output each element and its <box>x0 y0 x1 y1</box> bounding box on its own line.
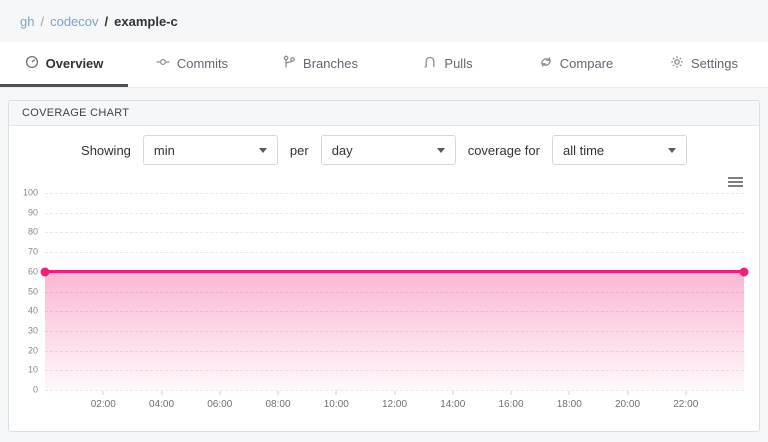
y-gridline <box>45 212 744 214</box>
chart-controls: Showing min per day coverage for all tim… <box>9 126 759 174</box>
interval-select[interactable]: day <box>320 135 456 165</box>
range-select[interactable]: all time <box>551 135 687 165</box>
gear-icon <box>670 55 684 72</box>
git-commit-icon <box>156 55 170 72</box>
x-axis-tick <box>452 391 454 395</box>
y-axis-tick-label: 30 <box>27 325 38 336</box>
coverage-chart-panel: COVERAGE CHART Showing min per day cover… <box>8 100 760 432</box>
y-axis-tick-label: 10 <box>27 364 38 375</box>
tab-branches[interactable]: Branches <box>256 42 384 87</box>
tab-commits[interactable]: Commits <box>128 42 256 87</box>
y-axis-tick-label: 100 <box>22 187 38 198</box>
page-spacer <box>0 88 768 100</box>
x-axis-tick <box>568 391 570 395</box>
y-axis-tick-label: 60 <box>27 266 38 277</box>
y-axis-tick-label: 80 <box>27 226 38 237</box>
x-axis-tick-label: 18:00 <box>556 399 582 410</box>
git-branch-icon <box>282 55 296 72</box>
x-axis-tick-label: 12:00 <box>381 399 408 410</box>
per-label: per <box>289 142 309 158</box>
chevron-down-icon <box>258 147 267 153</box>
chevron-down-icon <box>436 147 445 153</box>
interval-select-value: day <box>331 142 353 158</box>
git-pull-icon <box>423 55 437 72</box>
compare-icon <box>539 55 553 72</box>
metric-select[interactable]: min <box>142 135 278 165</box>
coverage-line <box>45 270 744 274</box>
repo-tabbar: Overview Commits Branches Pulls Compare … <box>0 42 768 88</box>
y-gridline <box>45 232 744 234</box>
y-gridline <box>45 252 744 254</box>
breadcrumb: gh / codecov / example-c <box>0 0 768 42</box>
chart-menu-icon[interactable] <box>728 177 743 189</box>
x-axis-tick <box>219 391 221 395</box>
breadcrumb-separator: / <box>40 13 45 29</box>
tab-compare[interactable]: Compare <box>512 42 640 87</box>
x-axis-tick <box>685 391 687 395</box>
tab-label: Settings <box>691 55 738 71</box>
tab-pulls[interactable]: Pulls <box>384 42 512 87</box>
chevron-down-icon <box>667 147 676 153</box>
tab-label: Overview <box>45 55 104 71</box>
breadcrumb-repo-name: example-c <box>114 13 178 29</box>
y-axis-tick-label: 90 <box>27 207 38 218</box>
x-axis-tick-label: 06:00 <box>207 399 233 410</box>
x-axis-tick <box>627 391 628 395</box>
coverage-data-point[interactable] <box>40 267 50 277</box>
tab-label: Branches <box>303 55 358 71</box>
x-axis-tick <box>102 391 104 395</box>
x-axis-tick-label: 10:00 <box>323 399 349 410</box>
gauge-icon <box>25 55 39 72</box>
x-axis-tick-label: 08:00 <box>265 399 291 410</box>
x-axis-tick-label: 22:00 <box>673 399 699 410</box>
x-axis-tick <box>510 391 512 395</box>
breadcrumb-org-link[interactable]: gh <box>20 14 34 29</box>
x-axis-tick-label: 02:00 <box>90 399 116 410</box>
tab-label: Commits <box>176 55 229 71</box>
y-axis-tick-label: 0 <box>32 384 38 395</box>
coverage-area-fill <box>45 271 744 390</box>
tab-overview[interactable]: Overview <box>0 42 128 87</box>
coverage-data-point[interactable] <box>739 267 749 277</box>
x-axis-tick-label: 04:00 <box>148 399 175 410</box>
range-select-value: all time <box>562 142 605 158</box>
x-axis-tick <box>394 391 395 395</box>
tab-label: Compare <box>559 55 614 71</box>
y-axis-tick-label: 50 <box>27 286 38 296</box>
x-axis-tick-label: 16:00 <box>498 399 524 410</box>
showing-label: Showing <box>81 142 131 158</box>
coverage-chart: 0 10 20 30 40 50 60 70 80 90 100 02:00 04:00 06:00 08:… <box>9 174 759 430</box>
x-axis-tick-label: 20:00 <box>614 399 641 410</box>
y-axis-tick-label: 70 <box>27 246 38 257</box>
y-axis-tick-label: 40 <box>27 305 38 316</box>
x-axis-tick <box>277 391 279 395</box>
metric-select-value: min <box>153 142 175 158</box>
tab-settings[interactable]: Settings <box>640 42 768 87</box>
breadcrumb-owner-link[interactable]: codecov <box>50 14 98 29</box>
tab-label: Pulls <box>444 55 473 71</box>
panel-title: COVERAGE CHART <box>9 101 759 126</box>
x-axis-tick <box>335 391 337 395</box>
x-axis-tick-label: 14:00 <box>440 399 466 410</box>
y-gridline <box>45 193 744 194</box>
breadcrumb-separator: / <box>104 13 109 29</box>
coverage-for-label: coverage for <box>467 142 540 158</box>
chart-plot-area: 0 10 20 30 40 50 60 70 80 90 100 02:00 04:00 06:00 08:… <box>23 188 749 410</box>
y-axis-tick-label: 20 <box>27 345 38 356</box>
x-axis-tick <box>161 391 162 395</box>
